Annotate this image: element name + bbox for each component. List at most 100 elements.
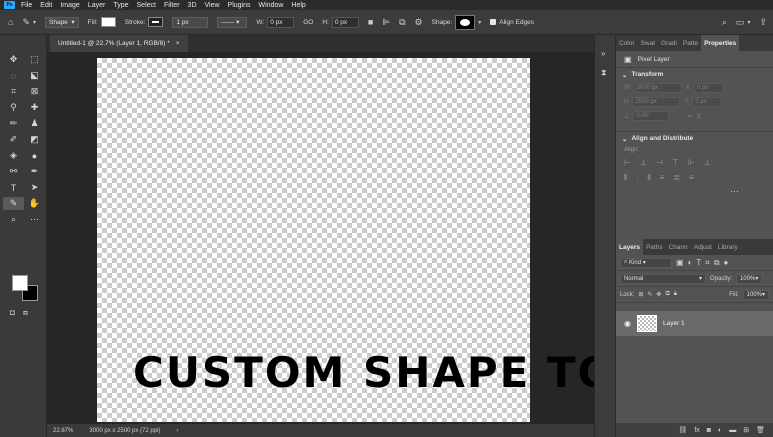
healing-brush-tool-icon[interactable]: ✚ — [24, 101, 45, 114]
menu-image[interactable]: Image — [60, 2, 79, 9]
filter-type-icon[interactable]: T — [696, 258, 701, 267]
align-middle-icon[interactable]: ⊩ — [688, 158, 695, 167]
adjustment-layer-icon[interactable]: ◐ — [718, 427, 722, 434]
tab-color[interactable]: Color — [616, 40, 638, 47]
distribute-top-icon[interactable]: ≡ — [660, 173, 665, 183]
menu-select[interactable]: Select — [137, 2, 156, 9]
eyedropper-tool-icon[interactable]: ⚲ — [3, 101, 24, 114]
menu-view[interactable]: View — [205, 2, 220, 9]
custom-shape-tool-icon[interactable]: ✎ — [3, 197, 24, 210]
tab-paths[interactable]: Paths — [643, 244, 666, 251]
lock-all-icon[interactable]: 🔒︎ — [674, 291, 677, 298]
foreground-color-swatch[interactable] — [12, 275, 28, 291]
history-brush-tool-icon[interactable]: ✐ — [3, 133, 24, 146]
fill-input[interactable]: 100% ▾ — [742, 289, 769, 300]
layer-row[interactable]: ◉ Layer 1 — [616, 311, 773, 336]
object-selection-tool-icon[interactable]: ⬕ — [24, 69, 45, 82]
align-right-icon[interactable]: ⊣ — [656, 158, 663, 167]
transform-x-input[interactable]: 0 px — [693, 83, 724, 93]
opacity-input[interactable]: 100% ▾ — [736, 273, 763, 284]
menu-window[interactable]: Window — [259, 2, 284, 9]
menu-3d[interactable]: 3D — [188, 2, 197, 9]
layer-kind-select[interactable]: ⌕ Kind ▾ — [620, 257, 672, 268]
tab-swatches[interactable]: Swat — [638, 40, 658, 47]
chevron-down-icon[interactable]: ▾ — [478, 19, 481, 26]
pen-tool-icon[interactable]: ✒ — [24, 165, 45, 178]
blur-tool-icon[interactable]: ● — [24, 149, 45, 162]
hand-tool-icon[interactable]: ✋ — [24, 197, 45, 210]
lock-artboard-icon[interactable]: ⧉ — [665, 291, 669, 298]
add-mask-icon[interactable]: ◙ — [707, 427, 711, 434]
menu-file[interactable]: File — [21, 2, 32, 9]
stroke-width-select[interactable]: 1 px — [172, 16, 209, 28]
width-input[interactable]: 0 px — [267, 16, 295, 28]
transform-width-input[interactable]: 3000 px — [633, 83, 682, 93]
more-options-icon[interactable]: ⋯ — [616, 186, 773, 197]
tool-mode-select[interactable]: Shape ▾ — [45, 16, 79, 28]
menu-plugins[interactable]: Plugins — [228, 2, 251, 9]
lasso-tool-icon[interactable]: ◌ — [3, 69, 24, 82]
distribute-middle-icon[interactable]: ≣ — [673, 173, 680, 183]
tab-layers[interactable]: Layers — [616, 239, 643, 255]
lock-pixels-icon[interactable]: ✎ — [647, 291, 652, 298]
distribute-right-icon[interactable]: ⫴ — [647, 173, 650, 183]
filter-adjustment-icon[interactable]: ◐ — [688, 258, 693, 267]
custom-shape-tool-icon[interactable]: ✎ — [22, 17, 30, 28]
dodge-tool-icon[interactable]: ⚯ — [3, 165, 24, 178]
filter-smart-object-icon[interactable]: ⧉ — [714, 258, 720, 268]
menu-edit[interactable]: Edit — [40, 2, 52, 9]
photoshop-logo-icon[interactable]: Ps — [4, 1, 15, 9]
align-center-icon[interactable]: ⊥ — [640, 158, 647, 167]
chevron-down-icon[interactable]: ▾ — [33, 19, 36, 26]
menu-help[interactable]: Help — [291, 2, 305, 9]
history-panel-icon[interactable]: ⧗ — [601, 68, 615, 78]
tab-channels[interactable]: Chann — [666, 244, 691, 251]
frame-tool-icon[interactable]: ⊠ — [24, 85, 45, 98]
filter-toggle-icon[interactable]: ● — [724, 258, 729, 267]
tab-properties[interactable]: Properties — [701, 35, 740, 51]
new-layer-icon[interactable]: ⊞ — [743, 426, 749, 434]
align-edges-checkbox[interactable] — [490, 19, 497, 25]
document-tab[interactable]: Untitled-1 @ 22.7% (Layer 1, RGB/8) * × — [50, 35, 188, 52]
trash-icon[interactable]: 🗑︎ — [756, 426, 765, 434]
distribute-center-icon[interactable]: ⫶ — [636, 173, 638, 183]
height-input[interactable]: 0 px — [331, 16, 359, 28]
share-icon[interactable]: ⇪ — [759, 17, 767, 28]
marquee-tool-icon[interactable]: ⬚ — [24, 53, 45, 66]
chevron-right-icon[interactable]: › — [176, 428, 178, 434]
menu-filter[interactable]: Filter — [164, 2, 180, 9]
home-icon[interactable]: ⌂ — [8, 17, 13, 27]
flip-horizontal-icon[interactable]: ⇋ — [687, 113, 692, 120]
search-icon[interactable]: ⌕ — [722, 17, 727, 28]
move-tool-icon[interactable]: ✥ — [3, 53, 24, 66]
quick-mask-icon[interactable]: ◘ — [10, 308, 15, 318]
transform-angle-input[interactable]: 0.00° — [633, 111, 670, 121]
path-selection-tool-icon[interactable]: ➤ — [24, 181, 45, 194]
layer-style-icon[interactable]: fx — [694, 427, 699, 434]
path-arrangement-icon[interactable]: ⧉ — [399, 17, 405, 28]
clone-stamp-tool-icon[interactable]: ♟ — [24, 117, 45, 130]
brush-tool-icon[interactable]: ✏ — [3, 117, 24, 130]
screen-mode-icon[interactable]: ⧈ — [23, 308, 28, 318]
tab-patterns[interactable]: Patte — [680, 40, 701, 47]
crop-tool-icon[interactable]: ⌗ — [3, 85, 24, 98]
align-section-header[interactable]: ⌄ Align and Distribute — [616, 131, 773, 145]
menu-layer[interactable]: Layer — [88, 2, 106, 9]
align-top-icon[interactable]: ⊤ — [672, 158, 679, 167]
transform-section-header[interactable]: ⌄ Transform — [616, 67, 773, 81]
lock-transparent-icon[interactable]: ⊞ — [638, 291, 643, 298]
type-tool-icon[interactable]: T — [3, 181, 24, 194]
more-tools-icon[interactable]: ⋯ — [24, 213, 45, 226]
lock-position-icon[interactable]: ✥ — [656, 291, 661, 298]
chevron-down-icon[interactable]: ▾ — [747, 19, 750, 26]
stroke-swatch[interactable] — [148, 17, 164, 27]
distribute-left-icon[interactable]: ⫴ — [624, 173, 627, 183]
align-bottom-icon[interactable]: ⊥ — [704, 158, 711, 167]
eye-icon[interactable]: ◉ — [624, 319, 631, 328]
tab-adjustments[interactable]: Adjust — [691, 244, 715, 251]
distribute-bottom-icon[interactable]: ≡ — [689, 173, 694, 183]
filter-shape-icon[interactable]: ⌗ — [705, 258, 710, 268]
tab-gradients[interactable]: Gradi — [658, 40, 680, 47]
shape-picker[interactable] — [455, 14, 476, 30]
transform-y-input[interactable]: 0 px — [692, 97, 723, 107]
